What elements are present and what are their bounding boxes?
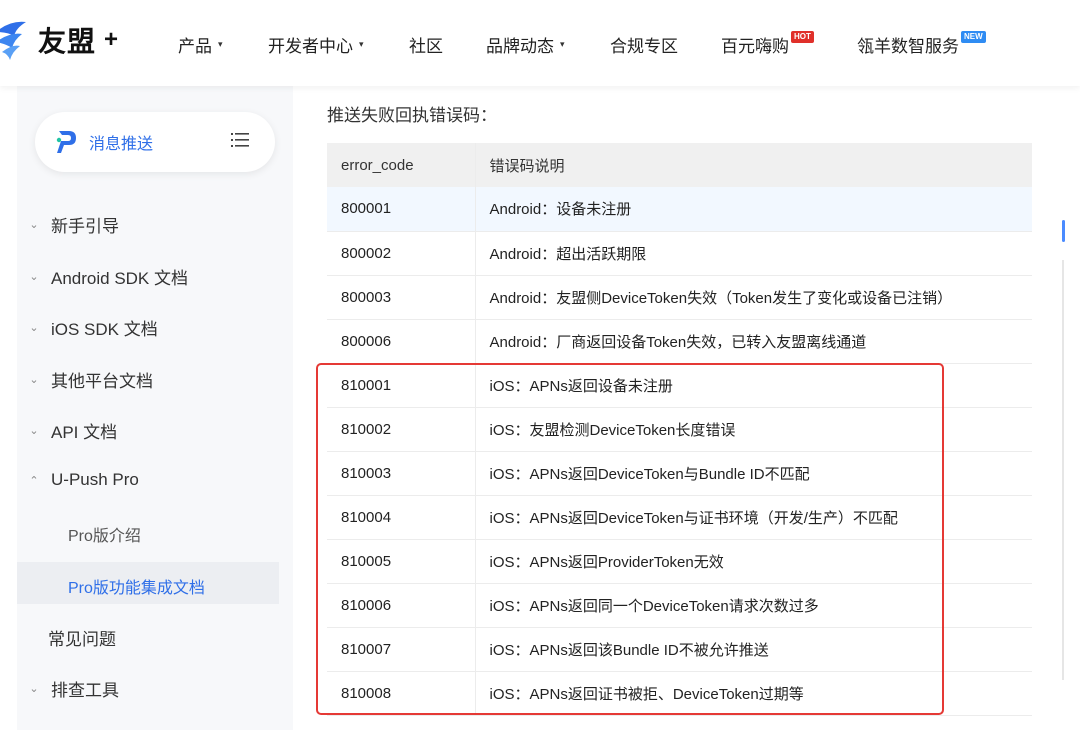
sidebar-item-troubleshooting[interactable]: ⌄ 排查工具: [17, 676, 119, 701]
error-code-cell: 800006: [327, 319, 476, 364]
sidebar-item-other-platforms[interactable]: ⌄ 其他平台文档: [17, 367, 153, 392]
error-description-cell: iOS：友盟检测DeviceToken长度错误: [475, 407, 1032, 452]
error-description-cell: Android：友盟侧DeviceToken失效（Token发生了变化或设备已注…: [475, 275, 1032, 320]
error-code-cell: 810004: [327, 495, 476, 540]
error-code-cell: 810002: [327, 407, 476, 452]
sidebar-item-android-sdk[interactable]: ⌄ Android SDK 文档: [17, 264, 188, 289]
error-code-cell: 800002: [327, 231, 476, 276]
chevron-down-icon: ⌄: [29, 322, 39, 334]
sidebar-subitem-pro-integration[interactable]: Pro版功能集成文档: [68, 574, 205, 598]
table-row: 800002 Android：超出活跃期限: [327, 231, 1032, 276]
error-code-cell: 810008: [327, 671, 476, 716]
umeng-logo-icon: [0, 21, 26, 60]
error-description-cell: iOS：APNs返回ProviderToken无效: [475, 539, 1032, 584]
section-title: 推送失败回执错误码：: [327, 106, 497, 125]
nav-brand-news[interactable]: 品牌动态 ▾: [486, 32, 565, 57]
brand-plus: +: [104, 26, 119, 53]
table-row: 810008 iOS：APNs返回证书被拒、DeviceToken过期等: [327, 671, 1032, 716]
chevron-down-icon: ⌄: [29, 271, 39, 283]
sidebar-item-label: 常见问题: [48, 630, 116, 649]
error-description-cell: iOS：APNs返回设备未注册: [475, 363, 1032, 408]
page-scroll-track: [1062, 260, 1064, 680]
table-row: 800001 Android：设备未注册: [327, 187, 1032, 232]
list-menu-icon[interactable]: [231, 132, 249, 148]
table-row: 810005 iOS：APNs返回ProviderToken无效: [327, 539, 1032, 584]
top-navigation: 友盟 + 产品 ▾ 开发者中心 ▾ 社区 品牌动态 ▾ 合规专区 百元嗨购 HO…: [0, 0, 1080, 86]
error-description-cell: iOS：APNs返回同一个DeviceToken请求次数过多: [475, 583, 1032, 628]
nav-label: 产品: [178, 37, 212, 56]
sidebar-item-label: 其他平台文档: [51, 372, 153, 391]
nav-data-services[interactable]: 瓴羊数智服务 NEW: [857, 30, 986, 57]
sidebar-item-faq[interactable]: 常见问题: [48, 625, 116, 650]
chevron-down-icon: ⌄: [29, 425, 39, 437]
error-code-cell: 800003: [327, 275, 476, 320]
nav-label: 瓴羊数智服务: [857, 37, 959, 56]
sidebar: 消息推送 ⌄ 新手引导 ⌄ Android SDK 文档 ⌄ iOS SDK 文…: [17, 86, 293, 730]
error-code-cell: 810006: [327, 583, 476, 628]
nav-deals[interactable]: 百元嗨购 HOT: [721, 30, 814, 57]
scrollbar-thumb[interactable]: [1062, 220, 1065, 242]
caret-down-icon: ▾: [359, 39, 364, 49]
new-badge: NEW: [961, 30, 986, 43]
sidebar-item-label: U-Push Pro: [51, 470, 139, 489]
sidebar-item-api-docs[interactable]: ⌄ API 文档: [17, 418, 117, 443]
column-header-description: 错误码说明: [475, 143, 1032, 187]
sidebar-item-label: API 文档: [51, 423, 118, 442]
brand-name: 友盟: [38, 26, 97, 57]
table-row: 810006 iOS：APNs返回同一个DeviceToken请求次数过多: [327, 583, 1032, 628]
nav-developer-center[interactable]: 开发者中心 ▾: [268, 32, 364, 57]
table-row: 810007 iOS：APNs返回该Bundle ID不被允许推送: [327, 627, 1032, 672]
sidebar-item-ios-sdk[interactable]: ⌄ iOS SDK 文档: [17, 315, 158, 340]
nav-label: 百元嗨购: [721, 37, 789, 56]
error-description-cell: iOS：APNs返回该Bundle ID不被允许推送: [475, 627, 1032, 672]
sidebar-item-label: 排查工具: [51, 681, 119, 700]
table-row: 800003 Android：友盟侧DeviceToken失效（Token发生了…: [327, 275, 1032, 320]
nav-label: 品牌动态: [486, 37, 554, 56]
chevron-down-icon: ⌄: [29, 219, 39, 231]
nav-label: 社区: [409, 37, 443, 56]
nav-products[interactable]: 产品 ▾: [178, 32, 223, 57]
error-code-cell: 810003: [327, 451, 476, 496]
table-row: 810003 iOS：APNs返回DeviceToken与Bundle ID不匹…: [327, 451, 1032, 496]
caret-down-icon: ▾: [218, 39, 223, 49]
table-row: 810001 iOS：APNs返回设备未注册: [327, 363, 1032, 408]
brand-logo[interactable]: 友盟 +: [0, 18, 118, 62]
error-code-table: error_code 错误码说明 800001 Android：设备未注册 80…: [327, 143, 1032, 716]
table-header-row: error_code 错误码说明: [327, 143, 1032, 187]
sidebar-item-label: Android SDK 文档: [51, 269, 188, 288]
chevron-down-icon: ⌄: [29, 374, 39, 386]
nav-label: 合规专区: [610, 37, 678, 56]
push-logo-icon: [56, 131, 76, 153]
caret-down-icon: ▾: [560, 39, 565, 49]
table-row: 800006 Android：厂商返回设备Token失效，已转入友盟离线通道: [327, 319, 1032, 364]
error-description-cell: Android：超出活跃期限: [475, 231, 1032, 276]
table-row: 810004 iOS：APNs返回DeviceToken与证书环境（开发/生产）…: [327, 495, 1032, 540]
sidebar-item-upush-pro[interactable]: ⌃ U-Push Pro: [17, 470, 139, 490]
error-description-cell: Android：厂商返回设备Token失效，已转入友盟离线通道: [475, 319, 1032, 364]
error-code-cell: 810007: [327, 627, 476, 672]
hot-badge: HOT: [791, 30, 814, 43]
error-description-cell: Android：设备未注册: [475, 187, 1032, 232]
nav-compliance[interactable]: 合规专区: [610, 32, 678, 57]
column-header-code: error_code: [327, 143, 476, 187]
sidebar-item-label: iOS SDK 文档: [51, 320, 158, 339]
table-row: 810002 iOS：友盟检测DeviceToken长度错误: [327, 407, 1032, 452]
error-description-cell: iOS：APNs返回证书被拒、DeviceToken过期等: [475, 671, 1032, 716]
sidebar-subitem-pro-intro[interactable]: Pro版介绍: [68, 522, 141, 546]
nav-label: 开发者中心: [268, 37, 353, 56]
sidebar-item-getting-started[interactable]: ⌄ 新手引导: [17, 212, 119, 237]
chevron-up-icon: ⌃: [29, 474, 39, 487]
error-description-cell: iOS：APNs返回DeviceToken与Bundle ID不匹配: [475, 451, 1032, 496]
error-code-cell: 800001: [327, 187, 476, 232]
product-name: 消息推送: [89, 136, 154, 153]
product-selector[interactable]: 消息推送: [35, 112, 275, 172]
error-code-cell: 810001: [327, 363, 476, 408]
error-description-cell: iOS：APNs返回DeviceToken与证书环境（开发/生产）不匹配: [475, 495, 1032, 540]
sidebar-item-label: 新手引导: [51, 217, 119, 236]
chevron-down-icon: ⌄: [29, 683, 39, 695]
nav-community[interactable]: 社区: [409, 32, 443, 57]
error-code-cell: 810005: [327, 539, 476, 584]
